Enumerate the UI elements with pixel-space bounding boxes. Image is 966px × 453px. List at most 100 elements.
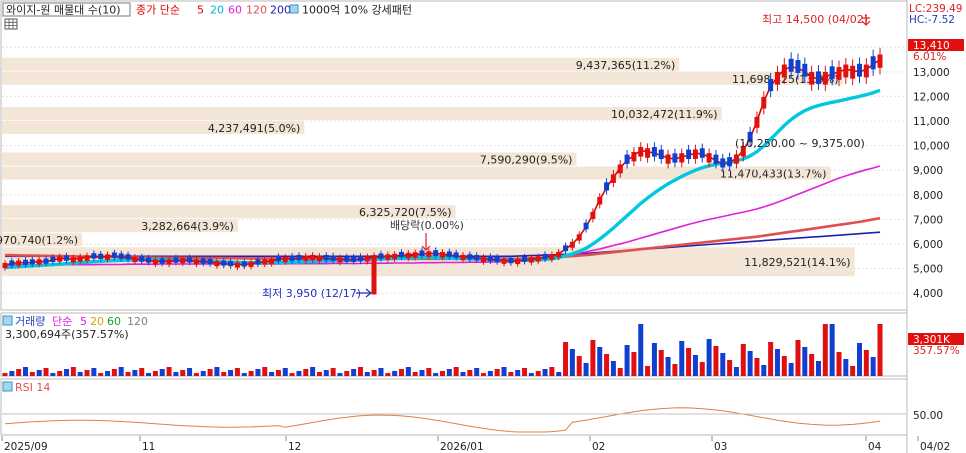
candle-body xyxy=(234,262,240,268)
candle-body xyxy=(241,261,247,267)
volume-bar xyxy=(385,373,391,376)
volume-bar xyxy=(850,366,856,376)
candle-body xyxy=(70,257,76,263)
candle-body xyxy=(303,255,309,261)
volume-profile-label: 7,590,290(9.5%) xyxy=(480,154,573,167)
volume-bar xyxy=(173,372,179,376)
candle-body xyxy=(467,254,473,260)
candle-body xyxy=(638,146,644,157)
volume-bar xyxy=(84,370,90,376)
candle-body xyxy=(98,253,104,260)
volume-bar xyxy=(754,358,760,376)
candle-body xyxy=(440,252,445,258)
candle-body xyxy=(501,258,507,264)
y-tick-label: 5,000 xyxy=(913,264,943,276)
candle-body xyxy=(337,257,343,263)
candle-body xyxy=(515,258,521,265)
x-tick-label: 2025/09 xyxy=(4,441,48,453)
candle-body xyxy=(310,254,316,261)
volume-bar xyxy=(590,340,596,376)
volume-bar xyxy=(159,369,165,376)
high-annotation: 최고 14,500 (04/02) xyxy=(762,13,868,26)
volume-profile-label: 10,032,472(11.9%) xyxy=(611,108,718,121)
candle-body xyxy=(549,254,555,260)
volume-bar xyxy=(440,371,445,376)
last-volume-pct: 357.57% xyxy=(913,345,960,357)
volume-bar xyxy=(549,367,555,376)
candle-body xyxy=(36,259,42,265)
candle-body xyxy=(371,255,377,295)
volume-profile-label: 4,237,491(5.0%) xyxy=(208,122,301,135)
volume-bar xyxy=(699,362,705,376)
candle-body xyxy=(344,256,350,262)
volume-bar xyxy=(16,369,22,376)
candle-body xyxy=(665,154,671,164)
y-tick-label: 4,000 xyxy=(913,288,943,300)
candle-body xyxy=(57,256,63,262)
candle-body xyxy=(146,257,152,263)
volume-bar xyxy=(36,370,42,376)
candle-body xyxy=(2,263,8,269)
volume-bar xyxy=(29,372,35,376)
y-tick-label: 10,000 xyxy=(913,141,950,153)
volume-bar xyxy=(98,373,104,376)
volume-bar xyxy=(446,369,452,376)
volume-bar xyxy=(378,368,384,376)
candle-body xyxy=(699,148,705,158)
candle-body xyxy=(713,154,719,164)
volume-bar xyxy=(569,349,575,376)
volume-bar xyxy=(70,367,76,376)
volume-bar xyxy=(392,371,398,376)
candle-body xyxy=(405,252,411,259)
candle-body xyxy=(139,256,145,262)
volume-bar xyxy=(877,324,883,376)
volume-bar xyxy=(433,373,439,376)
volume-bar xyxy=(228,370,234,376)
volume-bar xyxy=(9,371,15,376)
volume-bar xyxy=(316,372,322,376)
stock-chart[interactable]: 970,740(1.2%) 3,282,664(3.9%) 6,325,720(7.… xyxy=(0,0,966,453)
volume-bar xyxy=(802,347,808,376)
volume-bar xyxy=(398,369,404,376)
candle-body xyxy=(809,72,815,85)
candle-body xyxy=(228,261,234,267)
volume-bar xyxy=(597,347,603,376)
volume-ma-20: 20 xyxy=(90,315,104,328)
volume-value: 3,300,694주(357.57%) xyxy=(5,328,129,341)
candle-body xyxy=(330,255,336,261)
candle-body xyxy=(419,250,425,256)
candle-body xyxy=(29,259,35,265)
volume-bar xyxy=(487,371,493,376)
grid-toggle-icon[interactable] xyxy=(4,18,18,30)
range-annotation: (10,250.00 ~ 9,375.00) xyxy=(735,137,865,150)
volume-bar xyxy=(494,369,500,376)
volume-bar xyxy=(651,343,657,376)
volume-bar xyxy=(768,342,774,376)
volume-bar xyxy=(207,369,213,376)
candle-body xyxy=(604,182,610,191)
volume-bar xyxy=(453,367,459,376)
candle-body xyxy=(84,255,90,261)
volume-bar xyxy=(604,354,610,376)
candle-body xyxy=(187,257,193,263)
volume-bar xyxy=(310,367,316,376)
rsi-title: RSI 14 xyxy=(15,381,50,394)
volume-bar xyxy=(323,370,329,376)
volume-bar xyxy=(357,367,363,376)
volume-bar xyxy=(720,353,726,376)
candle-body xyxy=(132,256,138,263)
volume-bar xyxy=(91,368,97,376)
volume-bar xyxy=(829,324,835,376)
candle-body xyxy=(111,252,117,258)
candle-body xyxy=(542,253,548,260)
volume-bar xyxy=(761,365,767,376)
last-price-pct: 6.01% xyxy=(913,51,946,63)
candle-body xyxy=(576,234,582,241)
volume-bar xyxy=(282,368,288,376)
candle-body xyxy=(781,64,787,78)
volume-bar xyxy=(296,371,302,376)
volume-bar xyxy=(50,373,56,376)
candle-body xyxy=(357,255,363,262)
volume-bar xyxy=(405,367,411,376)
volume-bar xyxy=(139,368,145,376)
